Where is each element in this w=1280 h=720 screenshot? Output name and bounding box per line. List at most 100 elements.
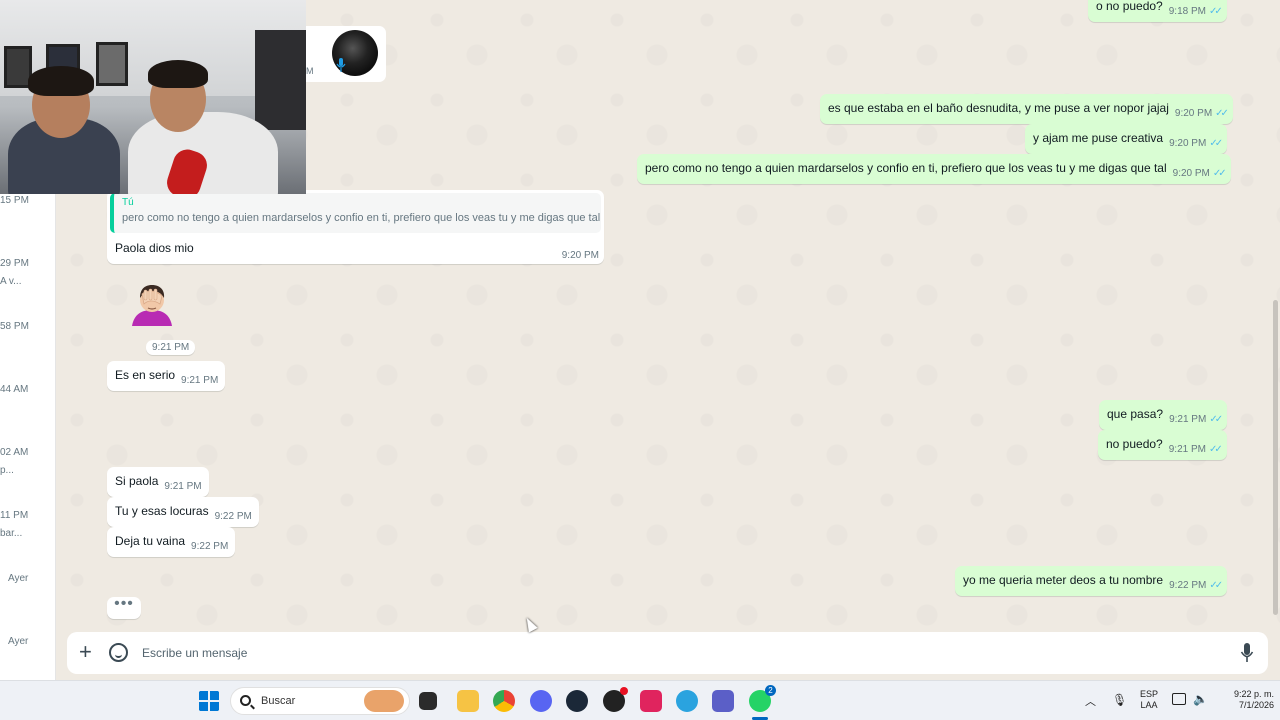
taskbar-search-box[interactable]: Buscar bbox=[230, 687, 410, 715]
message-time: 9:22 PM bbox=[1169, 580, 1207, 591]
kitchen-door bbox=[255, 30, 306, 130]
clock-date: 7/1/2026 bbox=[1238, 700, 1274, 710]
message-time: 9:20 PM bbox=[1169, 138, 1207, 149]
chat-list-time: 29 PM bbox=[0, 258, 29, 269]
read-ticks-icon: ✓✓ bbox=[1209, 414, 1223, 425]
volume-icon[interactable]: 🔈 bbox=[1193, 692, 1208, 706]
teams-icon[interactable] bbox=[712, 690, 734, 712]
message-text: pero como no tengo a quien mardarselos y… bbox=[645, 161, 1167, 175]
message-time: 9:22 PM bbox=[191, 541, 229, 552]
read-ticks-icon: ✓✓ bbox=[1208, 6, 1223, 17]
taskbar-search-label: Buscar bbox=[261, 695, 296, 707]
message-input[interactable] bbox=[142, 642, 1222, 664]
steam-icon[interactable] bbox=[566, 690, 588, 712]
chat-list-preview: p... bbox=[0, 465, 14, 476]
message-text: que pasa? bbox=[1107, 407, 1164, 421]
webcam-overlay bbox=[0, 0, 306, 194]
message-time: 9:21 PM bbox=[164, 481, 202, 492]
chat-list-time: 02 AM bbox=[0, 447, 29, 458]
outgoing-message[interactable]: yo me queria meter deos a tu nombre 9:22 … bbox=[955, 566, 1228, 596]
chat-list-time: Ayer bbox=[8, 636, 29, 647]
message-text: Tu y esas locuras bbox=[115, 504, 209, 518]
message-text: Deja tu vaina bbox=[115, 534, 186, 548]
language-layout: LAA bbox=[1140, 700, 1158, 710]
tray-chevron-up-icon[interactable]: ︿ bbox=[1085, 693, 1096, 709]
outgoing-message[interactable]: es que estaba en el baño desnudita, y me… bbox=[820, 94, 1233, 124]
incoming-message[interactable]: Deja tu vaina 9:22 PM bbox=[107, 527, 236, 557]
message-time: 9:21 PM bbox=[1169, 414, 1207, 425]
message-composer: + bbox=[57, 628, 1280, 680]
chat-list-time: 58 PM bbox=[0, 321, 29, 332]
outgoing-message[interactable]: pero como no tengo a quien mardarselos y… bbox=[637, 154, 1231, 184]
read-ticks-icon: ✓✓ bbox=[1215, 108, 1229, 119]
attach-plus-icon[interactable]: + bbox=[79, 641, 92, 663]
quoted-author: Tú bbox=[122, 197, 134, 208]
message-time: 9:18 PM bbox=[1168, 6, 1206, 17]
incoming-message[interactable]: Es en serio 9:21 PM bbox=[107, 361, 226, 391]
read-ticks-icon: ✓✓ bbox=[1209, 138, 1223, 149]
chat-list-time: 44 AM bbox=[0, 384, 29, 395]
language-code: ESP bbox=[1139, 689, 1158, 699]
incoming-message[interactable]: Si paola 9:21 PM bbox=[107, 467, 209, 497]
voice-record-mic-icon[interactable] bbox=[1240, 641, 1254, 665]
message-time: 9:20 PM bbox=[561, 250, 599, 261]
message-text: o no puedo? bbox=[1096, 0, 1163, 13]
outgoing-message[interactable]: que pasa? 9:21 PM ✓✓ bbox=[1099, 400, 1228, 430]
tray-microphone-icon[interactable]: 🎙 bbox=[1112, 693, 1127, 707]
message-time: 9:20 PM bbox=[1174, 108, 1213, 119]
quoted-text: pero como no tengo a quien mardarselos y… bbox=[122, 212, 601, 224]
message-text: Si paola bbox=[115, 474, 159, 488]
voice-message-time-fragment: M bbox=[306, 66, 314, 76]
network-icon[interactable] bbox=[1172, 693, 1186, 705]
read-ticks-icon: ✓✓ bbox=[1212, 168, 1227, 179]
facepalm-emoji-icon[interactable] bbox=[128, 280, 176, 328]
search-highlight-icon bbox=[364, 690, 404, 712]
message-time: 9:21 PM bbox=[1168, 444, 1206, 455]
message-text: yo me queria meter deos a tu nombre bbox=[963, 573, 1164, 587]
sticker-emoji-icon[interactable] bbox=[109, 643, 128, 662]
message-text: Es en serio bbox=[115, 368, 176, 382]
incoming-message[interactable]: Tu y esas locuras 9:22 PM bbox=[107, 497, 259, 527]
whatsapp-icon[interactable]: 2 bbox=[749, 685, 776, 712]
chrome-icon[interactable] bbox=[493, 690, 515, 712]
microphone-icon bbox=[336, 58, 346, 72]
tiktok-icon[interactable] bbox=[640, 690, 662, 712]
chat-list-preview: bar... bbox=[0, 528, 23, 539]
outgoing-message[interactable]: y ajam me puse creativa 9:20 PM ✓✓ bbox=[1025, 124, 1228, 154]
task-view-icon[interactable] bbox=[419, 692, 437, 710]
telegram-icon[interactable] bbox=[676, 690, 698, 712]
outgoing-message[interactable]: o no puedo? 9:18 PM ✓✓ bbox=[1088, 0, 1227, 22]
voice-message-bubble[interactable] bbox=[306, 26, 386, 82]
poster-frame bbox=[96, 42, 128, 86]
quoted-message[interactable]: Tú pero como no tengo a quien mardarselo… bbox=[110, 193, 601, 233]
message-text: Paola dios mio bbox=[115, 241, 194, 255]
typing-indicator: ••• bbox=[107, 596, 141, 619]
message-text: y ajam me puse creativa bbox=[1033, 131, 1164, 145]
chat-list-time: 15 PM bbox=[0, 195, 29, 206]
recording-dot-icon bbox=[620, 687, 628, 695]
chat-list-time: Ayer bbox=[8, 573, 29, 584]
conversation-scrollbar[interactable] bbox=[1273, 300, 1278, 615]
obs-icon[interactable] bbox=[603, 687, 628, 712]
file-explorer-icon[interactable] bbox=[457, 690, 479, 712]
whatsapp-unread-badge: 2 bbox=[765, 685, 776, 696]
windows-start-icon[interactable] bbox=[198, 690, 220, 712]
composer-box: + bbox=[67, 632, 1268, 674]
discord-icon[interactable] bbox=[530, 690, 552, 712]
incoming-reply-message[interactable]: Tú pero como no tengo a quien mardarselo… bbox=[107, 190, 604, 264]
person-right bbox=[128, 112, 278, 194]
chat-list-time: 11 PM bbox=[0, 510, 29, 521]
message-time: 9:21 PM bbox=[181, 375, 219, 386]
message-text: no puedo? bbox=[1106, 437, 1163, 451]
clock-time: 9:22 p. m. bbox=[1233, 689, 1274, 699]
sticker-time: 9:21 PM bbox=[146, 340, 196, 355]
outgoing-message[interactable]: no puedo? 9:21 PM ✓✓ bbox=[1098, 430, 1227, 460]
taskbar-clock[interactable]: 9:22 p. m. 7/1/2026 bbox=[1214, 689, 1274, 711]
keyboard-language[interactable]: ESP LAA bbox=[1138, 689, 1160, 711]
windows-taskbar: Buscar 2 ︿ 🎙 ESP LAA 🔈 9:22 p. m. 7/1/20… bbox=[0, 680, 1280, 720]
message-text: es que estaba en el baño desnudita, y me… bbox=[828, 101, 1169, 115]
chat-list-preview: A v... bbox=[0, 276, 22, 287]
message-time: 9:22 PM bbox=[214, 511, 252, 522]
person-left-hair bbox=[28, 66, 94, 96]
search-icon bbox=[240, 695, 251, 706]
